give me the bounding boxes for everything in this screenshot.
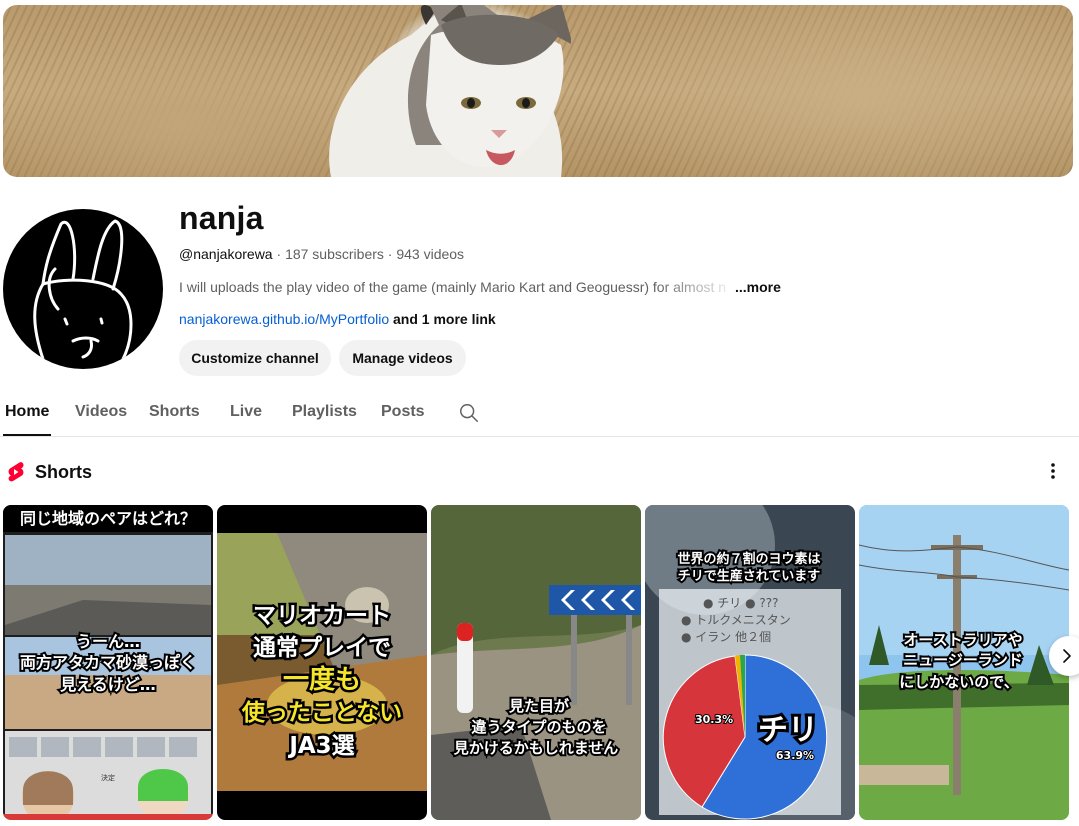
legend-label: ● チリ ● ??? [703, 596, 779, 610]
short-caption: 決定 [101, 773, 115, 782]
subscriber-count: 187 subscribers [285, 246, 384, 262]
legend-label: ● トルクメニスタン [681, 613, 791, 627]
short-thumbnail[interactable]: 見た目が 違うタイプのものを 見かけるかもしれません [431, 505, 641, 820]
customize-channel-button[interactable]: Customize channel [179, 340, 331, 376]
more-links-button[interactable]: and 1 more link [389, 311, 496, 327]
banner-cat-image [329, 5, 571, 177]
short-caption: 通常プレイで [253, 635, 391, 661]
video-count: 943 videos [396, 246, 465, 262]
channel-description[interactable]: I will uploads the play video of the gam… [179, 279, 739, 295]
shorts-logo-icon [8, 462, 24, 482]
channel-name: nanja [179, 200, 264, 236]
bunny-avatar-icon [33, 219, 133, 361]
short-caption: 一度も [283, 664, 361, 695]
short-caption: チリ [758, 713, 818, 748]
search-icon[interactable] [458, 402, 480, 424]
active-tab-indicator [3, 434, 51, 436]
tab-posts[interactable]: Posts [381, 403, 425, 421]
description-more-link[interactable]: ...more [735, 279, 781, 295]
short-caption: うーん… [76, 632, 140, 651]
channel-tabs: Home Videos Shorts Live Playlists Posts [0, 395, 1079, 437]
short-caption: にしかないので、 [899, 673, 1018, 691]
short-caption: 両方アタカマ砂漠っぽく [20, 653, 196, 672]
tab-playlists[interactable]: Playlists [292, 403, 357, 421]
tab-live[interactable]: Live [230, 403, 262, 421]
portfolio-link[interactable]: nanjakorewa.github.io/MyPortfolio [179, 311, 389, 327]
short-caption: オーストラリアや [903, 631, 1022, 649]
tab-home[interactable]: Home [5, 403, 49, 421]
short-caption: チリで生産されています [678, 568, 821, 584]
short-caption: 見た目が [508, 697, 570, 715]
tab-videos[interactable]: Videos [75, 403, 127, 421]
short-caption: 見かけるかもしれません [453, 739, 619, 757]
short-caption: 見えるけど… [59, 675, 156, 694]
more-vert-icon[interactable] [1043, 461, 1063, 481]
short-thumbnail[interactable]: 世界の約７割のヨウ素は チリで生産されています ● チリ ● ??? ● トルク… [645, 505, 855, 820]
channel-links: nanjakorewa.github.io/MyPortfolio and 1 … [179, 311, 496, 327]
short-thumbnail[interactable]: 同じ地域のペアはどれ？ うーん… 両方アタカマ砂漠っぽく 見えるけど… 決定 [3, 505, 213, 820]
meta-separator: · [383, 246, 397, 262]
short-caption: ニュージーランド [903, 651, 1023, 669]
short-caption: マリオカート [253, 603, 391, 629]
legend-label: ● イラン 他２個 [681, 630, 771, 644]
shorts-section-header: Shorts [7, 460, 92, 484]
manage-videos-button[interactable]: Manage videos [339, 340, 466, 376]
shorts-section-title: Shorts [35, 461, 93, 482]
short-caption: 同じ地域のペアはどれ？ [20, 509, 196, 528]
channel-meta: @nanjakorewa · 187 subscribers · 943 vid… [179, 246, 464, 262]
meta-separator: · [272, 246, 286, 262]
short-caption: 世界の約７割のヨウ素は [677, 551, 820, 567]
pie-label: 63.9% [776, 749, 814, 762]
short-caption: 使ったことない [241, 700, 402, 726]
chevron-right-icon [1063, 649, 1071, 663]
channel-banner [3, 5, 1073, 177]
channel-avatar[interactable] [3, 209, 163, 369]
channel-handle: @nanjakorewa [179, 246, 273, 262]
pie-label: 30.3% [695, 713, 733, 726]
short-thumbnail[interactable]: マリオカート 通常プレイで 一度も 使ったことない JA3選 [217, 505, 427, 820]
short-caption: 違うタイプのものを [471, 718, 606, 736]
short-thumbnail[interactable]: オーストラリアや ニュージーランド にしかないので、 [859, 505, 1069, 820]
tab-shorts[interactable]: Shorts [149, 403, 200, 421]
short-caption: JA3選 [287, 733, 354, 759]
